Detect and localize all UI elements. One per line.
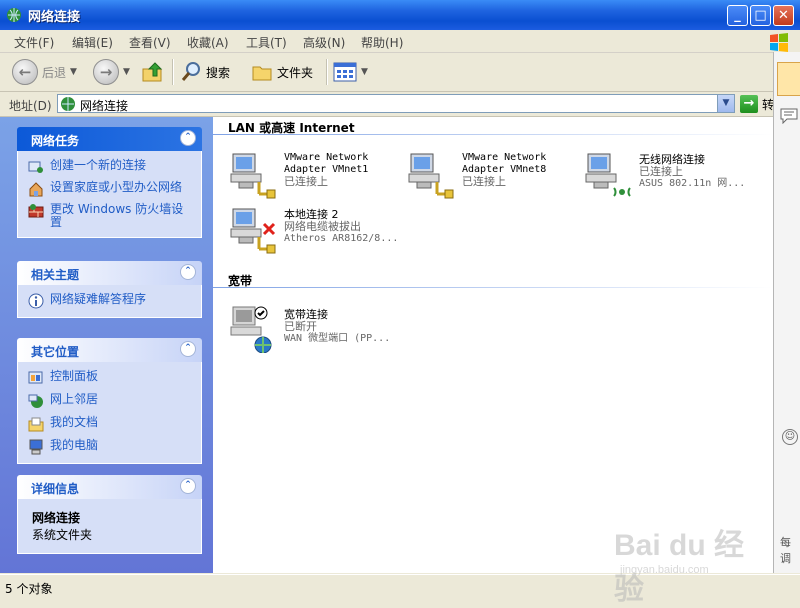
forward-arrow-icon: → bbox=[93, 59, 119, 85]
chat-bubble-icon[interactable] bbox=[780, 108, 798, 124]
go-button[interactable]: → bbox=[740, 95, 758, 113]
menu-bar: 文件(F) 编辑(E) 查看(V) 收藏(A) 工具(T) 高级(N) 帮助(H… bbox=[0, 30, 800, 53]
note-icon[interactable] bbox=[777, 62, 800, 96]
home-network-icon bbox=[29, 182, 43, 197]
broadband-connection-icon bbox=[230, 306, 272, 353]
title-bar[interactable]: 网络连接 _ □ ✕ bbox=[0, 0, 800, 31]
connections-view: LAN 或高速 Internet VMware Network Adapter V… bbox=[213, 117, 773, 573]
task-pane: 网络任务 ⌃ 创建一个新的连接 设置家庭或小型办公网络 更改 Windows 防… bbox=[0, 117, 213, 573]
place-network-places[interactable]: 网上邻居 bbox=[28, 393, 195, 409]
network-places-icon bbox=[28, 394, 43, 408]
back-arrow-icon: ← bbox=[12, 59, 38, 85]
collapse-icon[interactable]: ⌃ bbox=[180, 264, 196, 280]
place-control-panel[interactable]: 控制面板 bbox=[28, 370, 195, 386]
address-input[interactable]: 网络连接 ▼ bbox=[57, 94, 735, 113]
info-icon bbox=[28, 293, 44, 309]
lan-connection-icon bbox=[230, 153, 276, 199]
network-tasks-body: 创建一个新的连接 设置家庭或小型办公网络 更改 Windows 防火墙设置 bbox=[17, 151, 202, 238]
address-value: 网络连接 bbox=[80, 99, 129, 113]
address-label: 地址(D) bbox=[9, 99, 52, 113]
menu-edit[interactable]: 编辑(E) bbox=[72, 34, 113, 51]
details-type: 系统文件夹 bbox=[32, 528, 93, 542]
window-title: 网络连接 bbox=[28, 10, 81, 25]
chevron-down-icon: ▼ bbox=[361, 67, 368, 77]
my-documents-icon bbox=[28, 417, 44, 432]
collapse-icon[interactable]: ⌃ bbox=[180, 478, 196, 494]
firewall-icon bbox=[28, 204, 44, 218]
toolbar: ← 后退 ▼ → ▼ 搜索 文件夹 ▼ bbox=[0, 53, 800, 92]
chevron-down-icon: ▼ bbox=[70, 67, 77, 77]
collapse-icon[interactable]: ⌃ bbox=[180, 341, 196, 357]
up-folder-icon bbox=[142, 62, 163, 82]
network-tasks-panel: 网络任务 ⌃ 创建一个新的连接 设置家庭或小型办公网络 更改 Windows 防… bbox=[17, 127, 202, 238]
close-button[interactable]: ✕ bbox=[773, 5, 794, 26]
address-bar: 地址(D) 网络连接 ▼ → 转 bbox=[0, 92, 800, 117]
folder-icon bbox=[252, 66, 272, 81]
back-button[interactable]: ← 后退 ▼ bbox=[12, 56, 77, 88]
lan-disconnected-icon bbox=[230, 208, 276, 254]
views-icon bbox=[333, 62, 357, 82]
side-panel-text: 每调 bbox=[780, 536, 791, 565]
address-dropdown-button[interactable]: ▼ bbox=[717, 95, 734, 112]
network-tasks-header[interactable]: 网络任务 ⌃ bbox=[17, 127, 202, 151]
wireless-connection-icon bbox=[585, 153, 631, 197]
related-topics-body: 网络疑难解答程序 bbox=[17, 285, 202, 318]
minimize-button[interactable]: _ bbox=[727, 5, 748, 26]
details-panel: 详细信息 ⌃ 网络连接 系统文件夹 bbox=[17, 475, 202, 554]
side-panel-strip: ☺ 每调 bbox=[773, 52, 800, 573]
task-troubleshooter[interactable]: 网络疑难解答程序 bbox=[28, 293, 195, 309]
menu-file[interactable]: 文件(F) bbox=[14, 34, 54, 51]
forward-button[interactable]: → ▼ bbox=[93, 56, 130, 88]
network-globe-icon bbox=[7, 8, 21, 22]
windows-logo-icon bbox=[770, 33, 788, 52]
menu-advanced[interactable]: 高级(N) bbox=[303, 34, 345, 51]
menu-view[interactable]: 查看(V) bbox=[129, 34, 171, 51]
details-body: 网络连接 系统文件夹 bbox=[17, 499, 202, 554]
place-my-computer[interactable]: 我的电脑 bbox=[28, 439, 195, 455]
task-firewall[interactable]: 更改 Windows 防火墙设置 bbox=[28, 203, 195, 229]
other-places-panel: 其它位置 ⌃ 控制面板 网上邻居 我的文档 我的电脑 bbox=[17, 338, 202, 464]
maximize-button[interactable]: □ bbox=[750, 5, 771, 26]
related-topics-panel: 相关主题 ⌃ 网络疑难解答程序 bbox=[17, 261, 202, 318]
task-home-network[interactable]: 设置家庭或小型办公网络 bbox=[28, 181, 195, 197]
other-places-header[interactable]: 其它位置 ⌃ bbox=[17, 338, 202, 362]
search-icon bbox=[181, 62, 200, 81]
connection-vmnet1[interactable]: VMware Network Adapter VMnet1 已连接上 bbox=[229, 152, 399, 204]
details-header[interactable]: 详细信息 ⌃ bbox=[17, 475, 202, 499]
related-topics-header[interactable]: 相关主题 ⌃ bbox=[17, 261, 202, 285]
search-button[interactable]: 搜索 bbox=[180, 56, 230, 88]
menu-tools[interactable]: 工具(T) bbox=[246, 34, 287, 51]
connection-broadband[interactable]: 宽带连接 已断开 WAN 微型端口 (PP... bbox=[229, 305, 419, 357]
collapse-icon[interactable]: ⌃ bbox=[180, 130, 196, 146]
other-places-body: 控制面板 网上邻居 我的文档 我的电脑 bbox=[17, 362, 202, 464]
connection-local-2[interactable]: 本地连接 2 网络电缆被拔出 Atheros AR8162/8... bbox=[229, 207, 419, 259]
place-my-documents[interactable]: 我的文档 bbox=[28, 416, 195, 432]
lan-connection-icon bbox=[408, 153, 454, 199]
task-create-connection[interactable]: 创建一个新的连接 bbox=[28, 159, 195, 175]
network-globe-icon bbox=[61, 97, 75, 111]
baidu-watermark: Bai du 经验 jingyan.baidu.com bbox=[614, 529, 745, 606]
folders-button[interactable]: 文件夹 bbox=[251, 56, 313, 88]
smiley-icon[interactable]: ☺ bbox=[782, 429, 798, 445]
my-computer-icon bbox=[29, 439, 43, 455]
menu-favorites[interactable]: 收藏(A) bbox=[187, 34, 229, 51]
new-connection-icon bbox=[28, 161, 43, 173]
connection-vmnet8[interactable]: VMware Network Adapter VMnet8 已连接上 bbox=[407, 152, 577, 204]
views-button[interactable]: ▼ bbox=[333, 56, 368, 88]
chevron-down-icon: ▼ bbox=[123, 67, 130, 77]
object-count: 5 个对象 bbox=[5, 582, 53, 596]
up-folder-button[interactable] bbox=[141, 56, 165, 88]
details-name: 网络连接 bbox=[32, 511, 81, 525]
connection-wireless[interactable]: 无线网络连接 已连接上 ASUS 802.11n 网... bbox=[584, 152, 764, 204]
control-panel-icon bbox=[28, 371, 43, 384]
menu-help[interactable]: 帮助(H) bbox=[361, 34, 403, 51]
